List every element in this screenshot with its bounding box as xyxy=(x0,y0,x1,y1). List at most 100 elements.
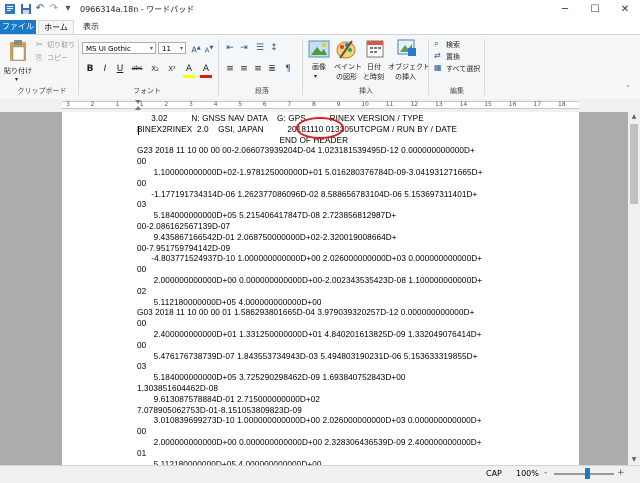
bold-button[interactable]: B xyxy=(84,63,96,75)
close-icon[interactable]: ✕ xyxy=(610,0,640,20)
paragraph-icon[interactable]: ¶ xyxy=(282,63,294,75)
superscript-button[interactable]: X² xyxy=(165,63,179,75)
shrink-font-icon[interactable]: A▼ xyxy=(203,42,215,54)
ruler-tick-label: 9 xyxy=(336,101,341,108)
ruler-tick-label: 2 xyxy=(90,101,95,108)
select-all-button[interactable]: すべて選択 xyxy=(446,64,480,74)
chevron-down-icon[interactable]: ▾ xyxy=(314,73,317,80)
select-all-icon: ▦ xyxy=(434,63,442,72)
scroll-up-icon[interactable]: ▲ xyxy=(628,112,640,122)
underline-button[interactable]: U xyxy=(114,63,126,75)
zoom-slider-thumb[interactable] xyxy=(585,468,590,479)
tab-file[interactable]: ファイル xyxy=(0,20,36,34)
picture-icon[interactable] xyxy=(308,39,330,61)
save-icon[interactable] xyxy=(20,3,32,15)
calendar-icon[interactable] xyxy=(366,38,384,60)
indent-marker-icon[interactable] xyxy=(135,100,141,110)
app-icon[interactable] xyxy=(4,3,16,15)
copy-button[interactable]: コピー xyxy=(47,53,68,63)
strikethrough-button[interactable]: abc xyxy=(129,63,145,75)
font-color-button[interactable]: A xyxy=(200,63,212,78)
vertical-scrollbar[interactable]: ▲ ▼ xyxy=(628,112,640,465)
increase-indent-icon[interactable]: ⇥ xyxy=(238,42,250,54)
font-size-value: 11 xyxy=(162,45,171,53)
bullet-list-icon[interactable]: ☰ xyxy=(254,42,266,54)
ruler-tick-label: 15 xyxy=(484,101,492,108)
align-left-icon[interactable]: ≡ xyxy=(224,63,236,75)
document-line: END OF HEADER xyxy=(137,135,349,145)
ruler-tick-label: 8 xyxy=(312,101,316,108)
scrollbar-thumb[interactable] xyxy=(630,124,638,204)
subscript-button[interactable]: X₂ xyxy=(148,63,162,75)
paint-drawing-label[interactable]: ペイント xyxy=(334,62,362,72)
paint-drawing-label-2[interactable]: の図形 xyxy=(336,72,357,82)
chevron-down-icon[interactable]: ▾ xyxy=(15,76,18,83)
zoom-in-button[interactable]: + xyxy=(617,468,625,478)
align-right-icon[interactable]: ≡ xyxy=(252,63,264,75)
minimize-icon[interactable]: ─ xyxy=(550,0,580,20)
font-family-select[interactable]: MS UI Gothic ▾ xyxy=(82,42,156,54)
status-bar: CAP 100% - + xyxy=(0,465,640,483)
document-line: 7.078905062753D-01-8.151053809823D-09 xyxy=(137,405,302,415)
document-text[interactable]: 3.02 N: GNSS NAV DATA G: GPS RINEX VERSI… xyxy=(137,114,557,465)
paint-drawing-icon[interactable] xyxy=(336,38,356,62)
document-line: 1.303851604462D-08 xyxy=(137,383,219,393)
scroll-down-icon[interactable]: ▼ xyxy=(628,455,640,465)
collapse-ribbon-icon[interactable]: ˄ xyxy=(626,85,630,93)
zoom-slider-track[interactable] xyxy=(554,473,614,475)
document-line: 5.112180000000D+05 4.000000000000D+00 xyxy=(137,297,322,307)
decrease-indent-icon[interactable]: ⇤ xyxy=(224,42,236,54)
redo-icon[interactable]: ↷ xyxy=(48,3,60,15)
document-area: 3.02 N: GNSS NAV DATA G: GPS RINEX VERSI… xyxy=(0,112,628,465)
customize-icon[interactable]: ▾ xyxy=(62,3,74,15)
document-line: 00 xyxy=(137,157,147,167)
highlight-color-button[interactable]: A xyxy=(183,63,195,78)
ruler-tick-label: 14 xyxy=(459,101,468,108)
ruler-tick-label: 3 xyxy=(66,101,70,108)
document-line: 00 xyxy=(137,427,147,437)
document-line: 01 xyxy=(137,448,147,458)
document-line: 03 xyxy=(137,200,147,210)
insert-object-icon[interactable] xyxy=(396,38,418,60)
document-line: -1.177191734314D-06 1.262377086096D-02 8… xyxy=(137,189,478,199)
datetime-label[interactable]: 日付 xyxy=(367,62,381,72)
ribbon: 貼り付け ▾ ✂ 切り取り ⎘ コピー クリップボード MS UI Gothic… xyxy=(0,34,640,100)
caps-indicator: CAP xyxy=(486,469,502,478)
chevron-down-icon: ▾ xyxy=(179,45,183,52)
tab-home[interactable]: ホーム xyxy=(38,20,74,35)
font-family-value: MS UI Gothic xyxy=(86,45,131,53)
document-line: 9.435867166542D-01 2.068750000000D+02-2.… xyxy=(137,232,397,242)
align-center-icon[interactable]: ≡ xyxy=(238,63,250,75)
insert-object-label[interactable]: オブジェクト xyxy=(388,62,430,72)
ruler-tick-label: 1 xyxy=(115,101,120,108)
maximize-icon[interactable]: ☐ xyxy=(580,0,610,20)
ruler-tick-label: 16 xyxy=(508,101,517,108)
undo-icon[interactable]: ↶ xyxy=(34,3,46,15)
document-line: G03 2018 11 10 00 00 01 1.586293801665D-… xyxy=(137,308,475,318)
italic-button[interactable]: I xyxy=(99,63,111,75)
cut-button[interactable]: 切り取り xyxy=(47,40,75,50)
tab-view[interactable]: 表示 xyxy=(78,20,104,34)
editing-group-label: 編集 xyxy=(450,87,464,95)
paste-icon[interactable] xyxy=(8,39,28,65)
document-line: 00-2.086162567139D-07 xyxy=(137,221,231,231)
clipboard-group-label: クリップボード xyxy=(17,87,67,95)
zoom-level: 100% xyxy=(516,469,539,478)
justify-icon[interactable]: ≣ xyxy=(266,63,278,75)
find-button[interactable]: 検索 xyxy=(446,40,460,50)
paste-label[interactable]: 貼り付け xyxy=(4,66,32,76)
insert-object-label-2[interactable]: の挿入 xyxy=(395,72,416,82)
font-size-select[interactable]: 11 ▾ xyxy=(158,42,186,54)
replace-icon: ⇄ xyxy=(434,51,441,60)
picture-button[interactable]: 画像 xyxy=(312,62,326,72)
ruler-tick-label: 7 xyxy=(287,101,292,108)
zoom-out-button[interactable]: - xyxy=(544,468,547,478)
datetime-label-2[interactable]: と時刻 xyxy=(363,72,384,82)
ribbon-tabs: ファイル ホーム 表示 xyxy=(0,20,640,35)
document-page[interactable]: 3.02 N: GNSS NAV DATA G: GPS RINEX VERSI… xyxy=(62,112,579,465)
ruler[interactable]: 3 2 1 1 2 3 4 5 6 7 8 9 10 11 12 13 14 15 16 17 18 xyxy=(0,99,640,111)
red-circle-annotation xyxy=(296,117,344,139)
replace-button[interactable]: 置換 xyxy=(446,52,460,62)
line-spacing-icon[interactable]: ↕ xyxy=(268,42,280,54)
grow-font-icon[interactable]: A▲ xyxy=(190,42,202,55)
